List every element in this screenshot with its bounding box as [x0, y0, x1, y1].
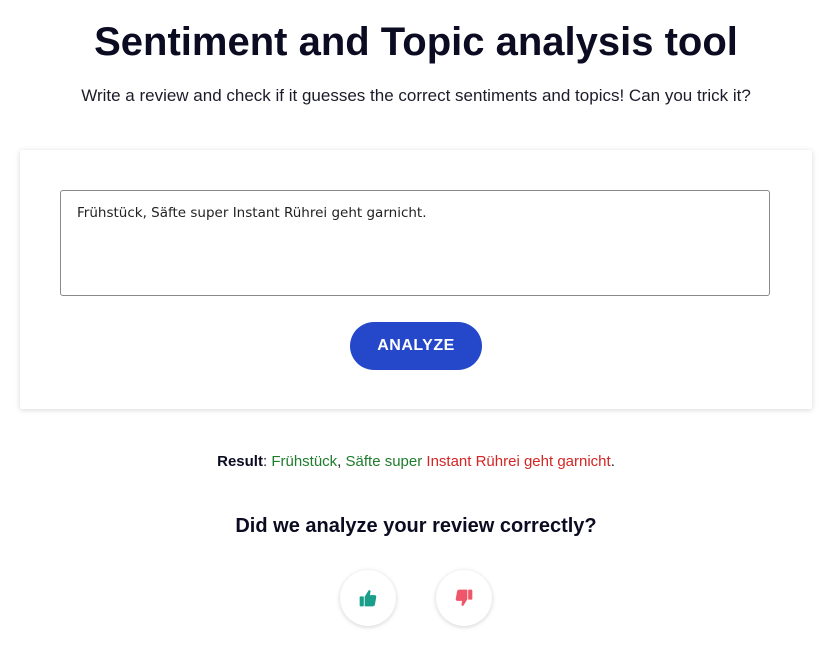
feedback-question: Did we analyze your review correctly? — [235, 515, 597, 537]
review-input[interactable]: Frühstück, Säfte super Instant Rührei ge… — [60, 190, 770, 296]
result-segment-negative: Instant Rührei geht garnicht — [422, 453, 611, 470]
thumbs-up-button[interactable] — [340, 570, 396, 626]
page-title: Sentiment and Topic analysis tool — [94, 20, 738, 64]
page-subtitle: Write a review and check if it guesses t… — [81, 86, 751, 105]
result-line: Result: Frühstück, Säfte super Instant R… — [0, 452, 832, 472]
analyze-button[interactable]: ANALYZE — [350, 322, 482, 370]
thumbs-up-icon — [358, 588, 378, 608]
result-label: Result — [217, 453, 263, 470]
thumbs-down-button[interactable] — [436, 570, 492, 626]
review-card: Frühstück, Säfte super Instant Rührei ge… — [20, 150, 812, 409]
result-segment-positive: Säfte super — [341, 453, 423, 470]
result-segment-neutral: . — [610, 453, 615, 470]
result-segment-positive: Frühstück — [271, 453, 338, 470]
thumbs-down-icon — [454, 588, 474, 608]
